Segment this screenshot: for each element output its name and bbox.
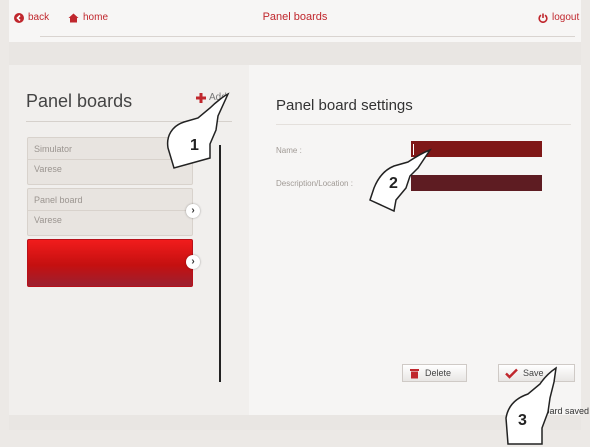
description-label: Description/Location : [276,179,353,188]
step-number: 3 [518,412,527,429]
settings-title: Panel board settings [276,97,413,114]
step-number: 2 [389,175,398,192]
item-location: Varese [34,164,62,174]
logout-label: logout [552,12,580,23]
settings-divider [276,124,571,125]
item-name: Simulator [34,144,73,154]
page-title: Panel boards [262,11,328,23]
chevron-right-icon[interactable]: › [186,204,200,218]
trash-icon [410,368,419,378]
chevron-right-icon[interactable]: › [186,255,200,269]
power-icon [538,13,548,23]
step-number: 1 [190,137,199,154]
item-location: Varese [34,215,62,225]
list-item-selected[interactable]: › [27,239,200,287]
logout-link[interactable]: logout [538,12,579,23]
name-label: Name : [276,146,302,155]
settings-pane [249,65,581,415]
list-scrollbar[interactable] [219,145,221,382]
delete-button[interactable]: Delete [402,364,467,382]
item-separator [28,210,192,211]
list-title: Panel boards [26,91,133,111]
pointer-hand-icon [369,148,432,213]
pointer-hand-icon [505,366,557,445]
delete-label: Delete [425,368,452,378]
item-name: Panel board [34,195,83,205]
list-item[interactable]: Panel board Varese › [27,188,200,236]
pointer-hand-icon [166,92,230,169]
header-divider [40,36,575,37]
